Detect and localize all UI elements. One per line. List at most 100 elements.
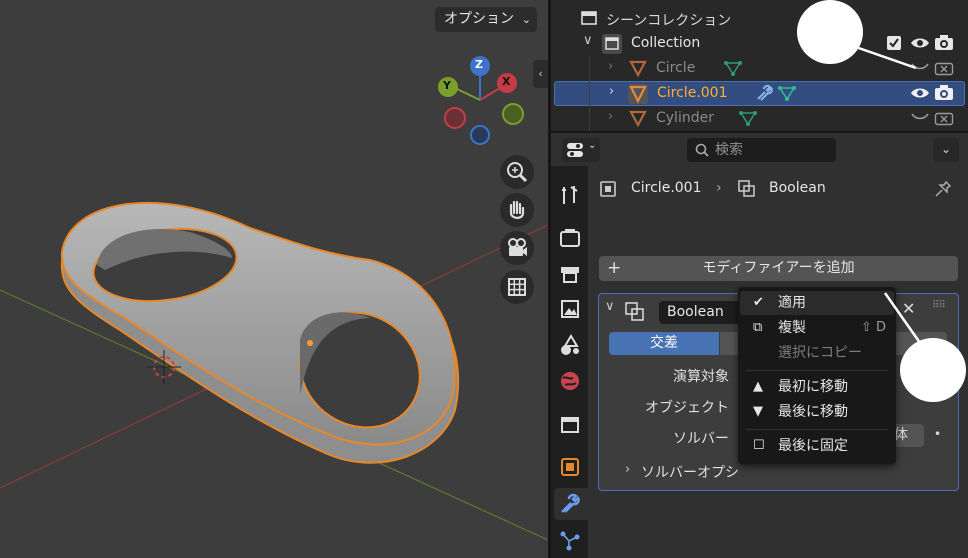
viewport-options-label: オプション [444, 11, 514, 27]
outliner-item-cylinder[interactable]: › Cylinder [551, 106, 968, 131]
menu-item-pin-to-last[interactable]: ☐ 最後に固定 [740, 434, 894, 458]
solver-value: 体 [894, 427, 908, 443]
menu-item-label: 適用 [778, 295, 806, 311]
camera-view-button[interactable] [500, 231, 534, 265]
chevron-right-icon[interactable]: › [608, 109, 613, 124]
wrench-tab-icon[interactable] [557, 491, 583, 517]
operation-intersect-label: 交差 [650, 335, 678, 351]
output-tab-icon[interactable] [557, 261, 583, 287]
search-input[interactable]: 検索 [687, 138, 836, 162]
tool-tab-icon[interactable] [557, 182, 583, 208]
boolean-object[interactable] [60, 201, 460, 464]
zoom-button[interactable] [500, 155, 534, 189]
operand-type-label: 演算対象 [673, 369, 729, 385]
menu-item-label: 最初に移動 [778, 379, 848, 395]
menu-item-apply[interactable]: ✔ 適用 [740, 291, 894, 315]
breadcrumb-modifier: Boolean [769, 180, 826, 196]
modifier-extras-menu: ✔ 適用 ⧉ 複製 ⇧ D 選択にコピー ▲ 最初に移動 ▼ 最後に移動 ☐ 最… [738, 287, 896, 464]
pan-button[interactable] [500, 193, 534, 227]
viewport-options-dropdown[interactable]: オプション ⌄ [435, 7, 537, 32]
render-camera-icon[interactable] [934, 84, 954, 102]
breadcrumb-object: Circle.001 [631, 180, 702, 196]
eye-closed-icon[interactable] [910, 111, 930, 123]
render-tab-icon[interactable] [557, 225, 583, 251]
collection-icon [602, 34, 622, 54]
search-placeholder: 検索 [715, 142, 743, 158]
properties-tabs [551, 166, 588, 558]
chevron-right-icon[interactable]: › [609, 84, 614, 99]
wrench-icon [757, 84, 773, 101]
grid-icon [508, 278, 526, 296]
gizmo-x-label: X [502, 75, 511, 88]
render-disabled-icon[interactable] [934, 109, 954, 127]
boolean-modifier-icon [625, 302, 644, 321]
menu-item-label: 複製 [778, 320, 806, 336]
outliner-item-circle-001[interactable]: › Circle.001 [554, 81, 965, 106]
chevron-down-icon[interactable]: ∨ [583, 33, 593, 48]
chevron-down-icon: ⌄ [588, 140, 597, 151]
chevron-down-icon: ⌄ [521, 13, 531, 26]
zoom-icon [507, 162, 528, 183]
mesh-object-icon [629, 110, 647, 127]
triangle-up-icon: ▲ [753, 379, 763, 394]
triangle-down-icon: ▼ [753, 404, 763, 419]
gizmo-z-label: Z [475, 58, 483, 71]
options-dropdown[interactable]: ⌄ [933, 138, 959, 162]
menu-item-label: 選択にコピー [778, 345, 862, 361]
3d-viewport[interactable]: Z Y X オプション ⌄ ‹ [0, 0, 548, 558]
outliner-item-label: Cylinder [656, 110, 714, 126]
check-icon: ✔ [753, 295, 764, 310]
render-camera-icon[interactable] [934, 34, 954, 52]
decorator-dot-icon[interactable]: • [934, 427, 941, 441]
gizmo-y-label: Y [443, 79, 451, 92]
mesh-data-icon [724, 61, 742, 76]
object-icon [600, 181, 616, 197]
render-disabled-icon[interactable] [934, 59, 954, 77]
menu-item-label: 最後に移動 [778, 404, 848, 420]
menu-item-move-to-first[interactable]: ▲ 最初に移動 [740, 375, 894, 399]
scene-collection-label: シーンコレクション [606, 13, 732, 29]
camera-icon [508, 238, 527, 256]
properties-icon [567, 143, 583, 157]
duplicate-icon: ⧉ [753, 320, 763, 335]
chevron-right-icon[interactable]: › [625, 462, 630, 477]
object-label: オブジェクト [645, 400, 729, 416]
chevron-right-icon[interactable]: › [608, 59, 613, 74]
editor-type-dropdown[interactable]: ⌄ [562, 138, 600, 162]
modifier-name-value: Boolean [667, 304, 724, 320]
annotation-circle [797, 0, 863, 64]
collection-tab-icon[interactable] [557, 411, 583, 437]
collection-label: Collection [631, 35, 701, 51]
object-tab-icon[interactable] [557, 454, 583, 480]
menu-separator [746, 370, 888, 371]
scene-collection-icon [581, 11, 597, 25]
outliner-item-label: Circle [656, 60, 696, 76]
plus-icon: + [607, 258, 622, 278]
menu-separator [746, 429, 888, 430]
mesh-object-icon [629, 60, 647, 77]
checkbox-icon: ☐ [753, 438, 765, 453]
solver-label: ソルバー [673, 431, 729, 447]
sidebar-toggle[interactable]: ‹ [533, 60, 548, 88]
view-layer-tab-icon[interactable] [557, 296, 583, 322]
annotation-circle [900, 338, 966, 402]
menu-item-move-to-last[interactable]: ▼ 最後に移動 [740, 400, 894, 424]
chevron-down-icon: ⌄ [940, 142, 952, 156]
particles-tab-icon[interactable] [557, 528, 583, 554]
operation-intersect-button[interactable]: 交差 [609, 332, 719, 355]
eye-icon[interactable] [910, 85, 930, 101]
menu-item-duplicate[interactable]: ⧉ 複製 ⇧ D [740, 316, 894, 340]
add-modifier-button[interactable]: + モディファイアーを追加 [599, 256, 958, 281]
world-tab-icon[interactable] [557, 368, 583, 394]
scene-tab-icon[interactable] [557, 332, 583, 358]
collapse-chevron-icon[interactable]: ∨ [605, 299, 615, 314]
menu-item-copy-to-selected: 選択にコピー [740, 341, 894, 365]
add-modifier-label: モディファイアーを追加 [702, 260, 855, 276]
properties-header: ⌄ 検索 ⌄ [551, 133, 968, 166]
ortho-toggle-button[interactable] [500, 270, 534, 304]
viewport-scene [0, 56, 548, 541]
solver-options-subpanel[interactable]: ソルバーオプシ [641, 462, 739, 482]
search-icon [695, 143, 709, 157]
tree-line [589, 56, 590, 131]
pin-icon[interactable] [934, 180, 952, 198]
